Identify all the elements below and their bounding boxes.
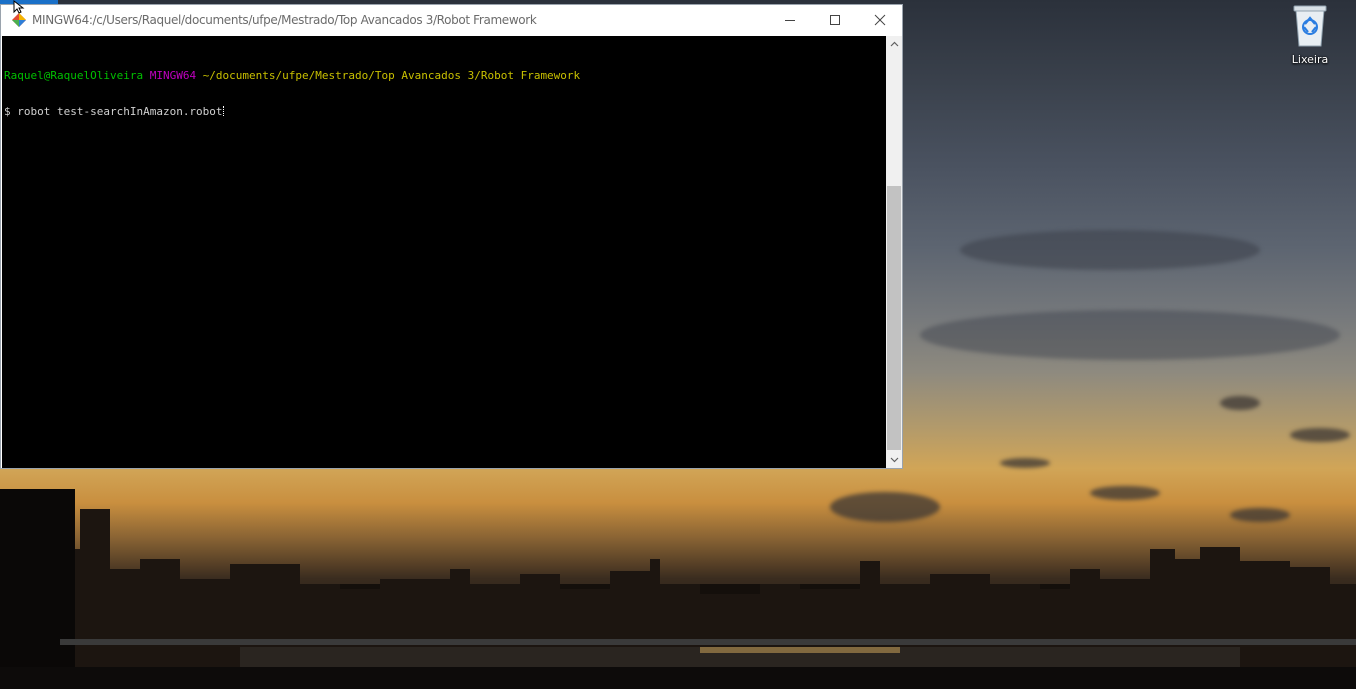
maximize-button[interactable] xyxy=(812,5,858,35)
close-button[interactable] xyxy=(857,5,903,35)
minimize-button[interactable] xyxy=(767,5,813,35)
recycle-bin-label: Lixeira xyxy=(1291,53,1329,66)
vertical-scrollbar[interactable] xyxy=(886,36,902,468)
prompt-line: Raquel@RaquelOliveira MINGW64 ~/document… xyxy=(4,70,886,82)
scroll-up-button[interactable] xyxy=(886,36,902,52)
prompt-user: Raquel@RaquelOliveira xyxy=(4,69,144,82)
mouse-pointer-icon xyxy=(13,0,25,14)
command-text: robot test-searchInAmazon.robot xyxy=(17,105,223,118)
command-prefix: $ xyxy=(4,105,18,118)
wallpaper-cloud xyxy=(920,310,1340,360)
window-title: MINGW64:/c/Users/Raquel/documents/ufpe/M… xyxy=(32,13,537,27)
maximize-icon xyxy=(830,15,840,25)
text-cursor xyxy=(222,106,225,116)
prompt-path: ~/documents/ufpe/Mestrado/Top Avancados … xyxy=(202,69,581,82)
git-bash-icon xyxy=(12,13,26,27)
window-titlebar[interactable]: MINGW64:/c/Users/Raquel/documents/ufpe/M… xyxy=(1,5,902,35)
wallpaper-cloud xyxy=(960,230,1260,270)
minimize-icon xyxy=(785,20,795,21)
recycle-bin-icon xyxy=(1293,5,1327,47)
scrollbar-thumb[interactable] xyxy=(887,186,901,450)
terminal-output[interactable]: Raquel@RaquelOliveira MINGW64 ~/document… xyxy=(2,36,886,468)
wallpaper-cloud xyxy=(1290,428,1350,442)
terminal-window[interactable]: MINGW64:/c/Users/Raquel/documents/ufpe/M… xyxy=(0,4,903,469)
city-skyline xyxy=(0,489,1356,689)
prompt-env: MINGW64 xyxy=(149,69,197,82)
wallpaper-cloud xyxy=(1000,458,1050,468)
scroll-down-button[interactable] xyxy=(886,452,902,468)
wallpaper-cloud xyxy=(1220,396,1260,410)
command-line[interactable]: $ robot test-searchInAmazon.robot xyxy=(4,106,886,118)
recycle-bin-shortcut[interactable]: Lixeira xyxy=(1282,2,1338,66)
chevron-up-icon xyxy=(890,41,898,47)
chevron-down-icon xyxy=(890,457,898,463)
close-icon xyxy=(874,14,886,26)
